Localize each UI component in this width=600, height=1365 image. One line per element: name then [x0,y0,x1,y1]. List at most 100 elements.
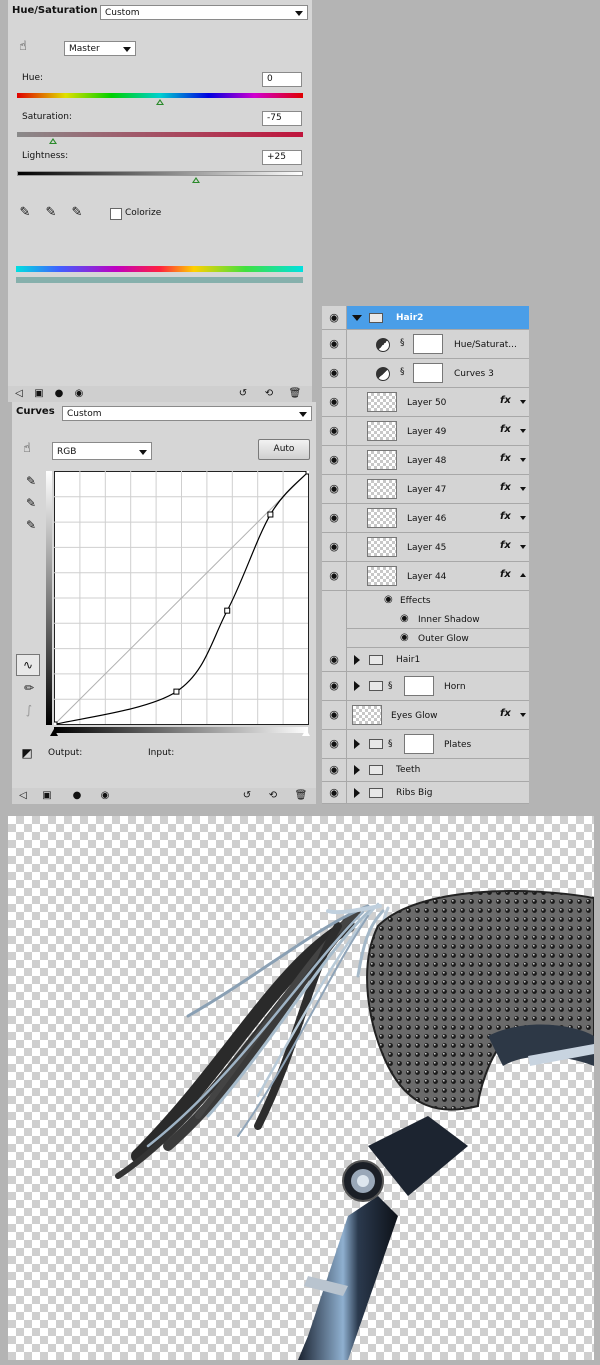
curve-control-point[interactable] [305,471,309,475]
expand-triangle-icon[interactable] [354,655,360,665]
expand-triangle-icon[interactable] [354,739,360,749]
eye-icon[interactable]: ◉ [322,330,347,358]
layer-row-layer-49[interactable]: ◉ Layer 49 fx [322,417,529,446]
layer-row-layer-47[interactable]: ◉ Layer 47 fx [322,475,529,504]
eye-icon[interactable]: ◉ [98,789,112,803]
fx-icon[interactable]: fx [500,424,511,435]
pencil-icon[interactable]: ✏ [22,681,36,695]
white-point-eyedropper-icon[interactable]: ✎ [24,518,38,532]
layer-row-hue-saturation[interactable]: ◉ § Hue/Saturat... [322,330,529,359]
fx-icon[interactable]: fx [500,453,511,464]
black-point-eyedropper-icon[interactable]: ✎ [24,474,38,488]
hue-saturation-preset-select[interactable]: Custom [100,5,308,20]
chevron-down-icon[interactable] [520,429,526,433]
chevron-down-icon[interactable] [520,713,526,717]
layer-group-hair2[interactable]: ◉ Hair2 [322,306,529,330]
document-canvas[interactable] [8,816,594,1360]
trash-icon[interactable]: 🗑 [294,789,308,803]
clip-to-layer-icon[interactable]: ▣ [32,387,46,401]
fx-icon[interactable]: fx [500,395,511,406]
layer-mask-thumbnail[interactable] [404,676,434,696]
eye-icon[interactable]: ◉ [322,701,347,729]
chevron-up-icon[interactable] [520,573,526,577]
eye-icon[interactable]: ◉ [322,562,347,590]
white-point-slider[interactable] [302,729,310,736]
colorize-checkbox[interactable] [110,208,122,220]
eye-icon[interactable]: ◉ [322,446,347,474]
curve-control-point[interactable] [224,607,231,614]
chevron-down-icon[interactable] [520,458,526,462]
eye-icon[interactable]: ◉ [322,504,347,532]
hue-slider-thumb[interactable] [156,99,164,105]
eye-icon[interactable]: ◉ [384,594,393,605]
expand-triangle-icon[interactable] [354,765,360,775]
layer-group-horn[interactable]: ◉ § Horn [322,672,529,701]
fx-icon[interactable]: fx [500,511,511,522]
eye-icon[interactable]: ◉ [322,306,347,329]
fx-icon[interactable]: fx [500,482,511,493]
layer-mask-thumbnail[interactable] [404,734,434,754]
eye-icon[interactable]: ◉ [72,387,86,401]
chevron-down-icon[interactable] [520,487,526,491]
reset-icon[interactable]: ⟲ [266,789,280,803]
eyedropper-minus-icon[interactable]: ✎ [70,206,84,220]
fx-icon[interactable]: fx [500,569,511,580]
saturation-slider-track[interactable] [17,132,303,137]
effect-inner-shadow-row[interactable]: ◉ Inner Shadow [322,610,529,629]
layer-row-layer-46[interactable]: ◉ Layer 46 fx [322,504,529,533]
eye-icon[interactable]: ◉ [400,632,409,643]
back-arrow-icon[interactable]: ◁ [16,789,30,803]
previous-state-icon[interactable]: ↺ [240,789,254,803]
layer-row-layer-44[interactable]: ◉ Layer 44 fx [322,562,529,591]
lightness-slider-track[interactable] [17,171,303,176]
eye-icon[interactable]: ◉ [322,730,347,758]
expand-triangle-icon[interactable] [354,788,360,798]
fx-icon[interactable]: fx [500,540,511,551]
smooth-curve-icon[interactable]: ∫ [22,703,36,717]
eye-icon[interactable]: ◉ [322,782,347,803]
eye-icon[interactable]: ◉ [322,759,347,781]
black-point-slider[interactable] [50,729,58,736]
curves-graph[interactable] [54,471,309,725]
eye-icon[interactable]: ◉ [322,533,347,561]
eye-icon[interactable]: ◉ [322,417,347,445]
lightness-value-input[interactable]: +25 [262,150,302,165]
eye-icon[interactable]: ◉ [322,359,347,387]
eyedropper-icon[interactable]: ✎ [18,206,32,220]
effects-row[interactable]: ◉ Effects [322,591,529,610]
reset-icon[interactable]: ⟲ [262,387,276,401]
previous-state-icon[interactable]: ↺ [236,387,250,401]
auto-button[interactable]: Auto [258,439,310,460]
saturation-value-input[interactable]: -75 [262,111,302,126]
curve-control-point[interactable] [267,511,274,518]
clipping-warning-icon[interactable]: ◩ [20,746,34,760]
curves-channel-select[interactable]: RGB [52,442,152,460]
eye-icon[interactable]: ◉ [322,672,347,700]
expand-triangle-icon[interactable] [354,681,360,691]
layer-mask-thumbnail[interactable] [413,334,443,354]
hue-value-input[interactable]: 0 [262,72,302,87]
curve-point-tool-button[interactable]: ∿ [16,654,40,676]
eye-icon[interactable]: ◉ [400,613,409,624]
targeted-adjustment-hand-icon[interactable]: ☝ [16,40,30,54]
layer-group-teeth[interactable]: ◉ Teeth [322,759,529,782]
fx-icon[interactable]: fx [500,708,511,719]
targeted-adjustment-hand-icon[interactable]: ☝ [20,442,34,456]
chevron-down-icon[interactable] [520,545,526,549]
effect-outer-glow-row[interactable]: ◉ Outer Glow [322,629,529,648]
clip-to-layer-icon[interactable]: ▣ [40,789,54,803]
eye-icon[interactable]: ◉ [322,388,347,416]
layer-row-layer-45[interactable]: ◉ Layer 45 fx [322,533,529,562]
eye-icon[interactable]: ◉ [322,648,347,671]
chevron-down-icon[interactable] [520,400,526,404]
layer-row-layer-48[interactable]: ◉ Layer 48 fx [322,446,529,475]
layer-row-layer-50[interactable]: ◉ Layer 50 fx [322,388,529,417]
curve-control-point[interactable] [173,688,180,695]
layer-group-plates[interactable]: ◉ § Plates [322,730,529,759]
eye-icon[interactable]: ◉ [322,475,347,503]
layer-row-eyes-glow[interactable]: ◉ Eyes Glow fx [322,701,529,730]
visibility-toggle-icon[interactable]: ● [70,789,84,803]
layer-row-curves-3[interactable]: ◉ § Curves 3 [322,359,529,388]
expand-triangle-icon[interactable] [352,315,362,321]
hue-slider-track[interactable] [17,93,303,98]
